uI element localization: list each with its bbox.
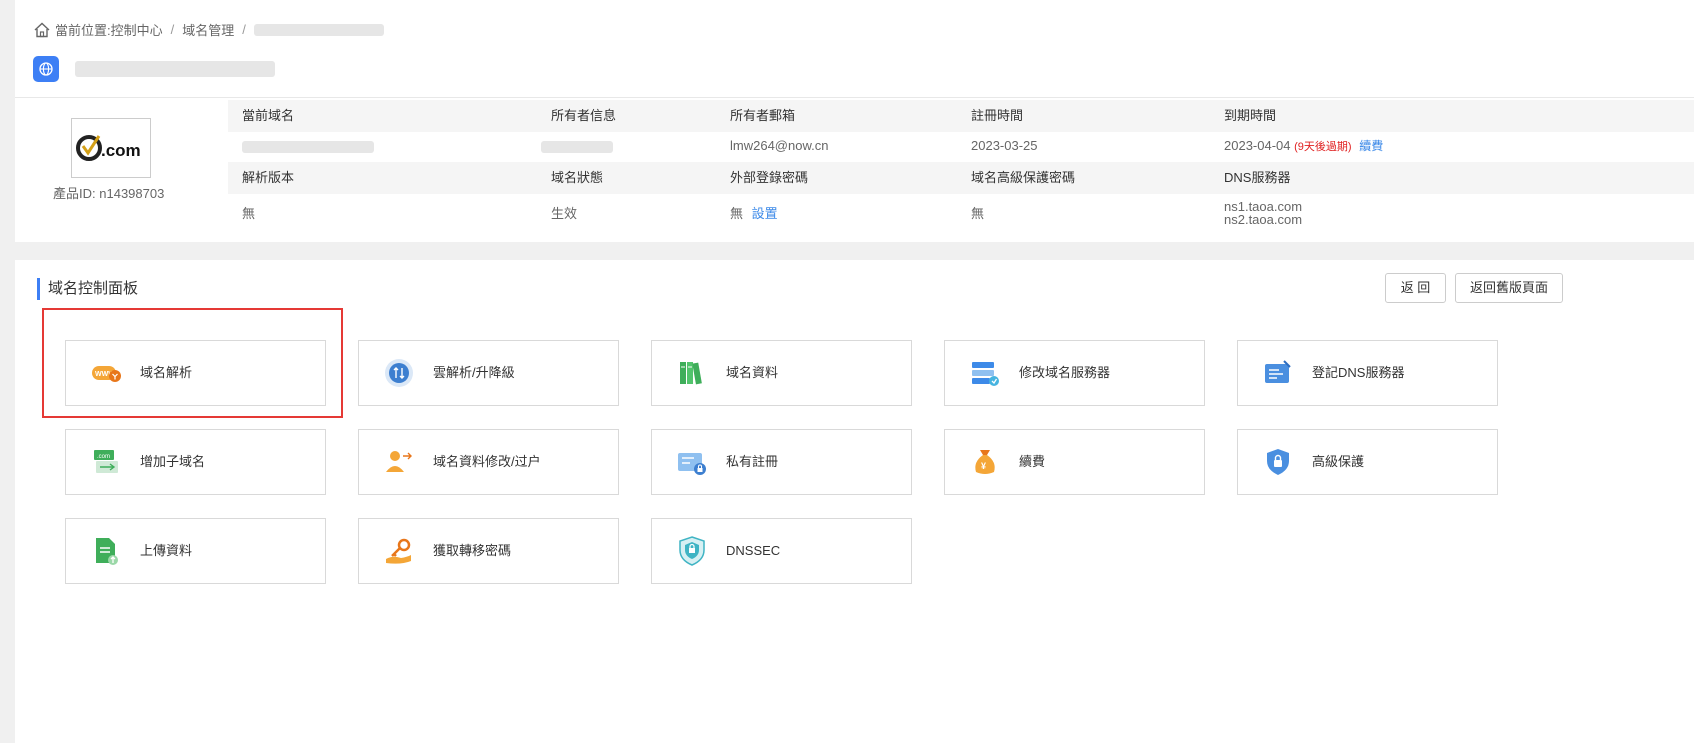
card-label: 私有註冊 <box>726 454 779 469</box>
header-owner-info: 所有者信息 <box>551 108 617 123</box>
product-id-label: 產品ID: <box>53 186 96 201</box>
old-version-button[interactable]: 返回舊版頁面 <box>1455 273 1563 303</box>
product-id: 產品ID: n14398703 <box>53 183 164 202</box>
breadcrumb-separator: / <box>170 22 175 37</box>
back-button[interactable]: 返 回 <box>1385 273 1446 303</box>
card-add-subdomain[interactable]: .com 增加子域名 <box>65 429 326 495</box>
set-password-link[interactable]: 設置 <box>752 206 778 221</box>
key-hand-icon <box>386 538 411 564</box>
card-label: 域名解析 <box>140 365 193 380</box>
dotcom-logo-icon: .com <box>76 135 141 161</box>
cloud-updown-icon <box>385 359 413 387</box>
owner-email-value: lmw264@now.cn <box>730 138 829 153</box>
header-expire-date: 到期時間 <box>1224 108 1277 123</box>
header-owner-email: 所有者郵箱 <box>730 108 796 123</box>
info-value-row-2: 無 生效 無 設置 無 ns1.taoa.com ns2.taoa.com <box>228 194 1694 234</box>
expire-date-cell: 2023-04-04 (9天後過期) 續費 <box>1224 130 1383 162</box>
breadcrumb: 當前位置: 控制中心 / 域名管理 / <box>33 20 384 39</box>
svg-text:¥: ¥ <box>981 461 986 471</box>
card-label: 域名資料修改/过户 <box>433 454 541 469</box>
card-upload-documents[interactable]: 上傳資料 <box>65 518 326 584</box>
card-get-transfer-code[interactable]: 獲取轉移密碼 <box>358 518 619 584</box>
upload-doc-icon <box>96 538 118 565</box>
card-register-dns-server[interactable]: 登記DNS服務器 <box>1237 340 1498 406</box>
card-domain-info-transfer[interactable]: 域名資料修改/过户 <box>358 429 619 495</box>
card-label: 登記DNS服務器 <box>1312 365 1405 380</box>
server-edit-icon <box>972 362 999 386</box>
home-icon[interactable] <box>33 21 51 39</box>
info-value-row-1: lmw264@now.cn 2023-03-25 2023-04-04 (9天後… <box>228 130 1694 162</box>
dnssec-shield-icon <box>679 536 705 566</box>
card-dnssec[interactable]: DNSSEC <box>651 518 912 584</box>
card-label: 增加子域名 <box>140 454 206 469</box>
external-password-value: 無 <box>730 206 744 221</box>
card-label: DNSSEC <box>726 543 781 558</box>
header-advanced-protection-password: 域名高級保護密碼 <box>971 170 1076 185</box>
info-header-row-1: 當前域名 所有者信息 所有者郵箱 註冊時間 到期時間 <box>228 100 1694 132</box>
reg-date-value: 2023-03-25 <box>971 138 1038 153</box>
section-divider <box>15 242 1694 260</box>
card-label: 雲解析/升降級 <box>433 365 515 380</box>
www-dns-icon: WWW <box>92 366 121 382</box>
header-domain-status: 域名狀態 <box>551 170 604 185</box>
card-label: 續費 <box>1019 454 1046 469</box>
product-id-value: n14398703 <box>99 186 165 201</box>
card-label: 高級保護 <box>1312 454 1365 469</box>
card-private-registration[interactable]: 私有註冊 <box>651 429 912 495</box>
breadcrumb-item-control-center[interactable]: 控制中心 <box>111 20 163 39</box>
redacted-domain-breadcrumb <box>253 23 384 36</box>
private-lock-icon <box>678 453 706 475</box>
dns-server-2: ns2.taoa.com <box>1224 212 1303 227</box>
panel-title: 域名控制面板 <box>37 278 138 300</box>
card-label: 域名資料 <box>726 365 779 380</box>
dns-register-icon <box>1265 360 1291 383</box>
page: 當前位置: 控制中心 / 域名管理 / .com 產品ID: n14398703… <box>15 0 1694 743</box>
card-renewal[interactable]: ¥ 續費 <box>944 429 1205 495</box>
header-current-domain: 當前域名 <box>242 108 295 123</box>
card-domain-info[interactable]: 域名資料 <box>651 340 912 406</box>
expire-date-value: 2023-04-04 <box>1224 138 1291 153</box>
info-header-row-2: 解析版本 域名狀態 外部登錄密碼 域名高級保護密碼 DNS服務器 <box>228 162 1694 194</box>
breadcrumb-separator: / <box>242 22 246 37</box>
card-domain-resolution[interactable]: WWW 域名解析 <box>65 340 326 406</box>
external-password-cell: 無 設置 <box>730 194 778 234</box>
header-reg-date: 註冊時間 <box>971 108 1024 123</box>
header-external-password: 外部登錄密碼 <box>730 170 809 185</box>
user-transfer-icon <box>386 451 412 472</box>
renew-link[interactable]: 續費 <box>1359 139 1383 153</box>
owner-info-value <box>541 130 613 162</box>
domain-status-value: 生效 <box>551 206 578 221</box>
header-dns-version: 解析版本 <box>242 170 295 185</box>
card-cloud-dns-upgrade[interactable]: 雲解析/升降級 <box>358 340 619 406</box>
globe-icon <box>33 56 59 82</box>
title-bar <box>33 56 275 82</box>
card-label: 修改域名服務器 <box>1019 365 1111 380</box>
subdomain-icon: .com <box>94 450 118 473</box>
dns-servers-value: ns1.taoa.com ns2.taoa.com <box>1224 200 1302 228</box>
books-icon <box>680 362 702 385</box>
breadcrumb-prefix: 當前位置: <box>55 23 111 38</box>
breadcrumb-item-domain-management[interactable]: 域名管理 <box>182 20 234 39</box>
current-domain-value <box>242 130 374 162</box>
domain-info-section: .com 產品ID: n14398703 當前域名 所有者信息 所有者郵箱 註冊… <box>15 97 1694 243</box>
card-label: 上傳資料 <box>140 543 193 558</box>
advanced-protection-password-value[interactable]: 無 <box>971 194 984 234</box>
header: 當前位置: 控制中心 / 域名管理 / <box>15 0 1694 97</box>
card-advanced-protection[interactable]: 高級保護 <box>1237 429 1498 495</box>
card-modify-name-servers[interactable]: 修改域名服務器 <box>944 340 1205 406</box>
logo-text: .com <box>101 141 141 160</box>
card-label: 獲取轉移密碼 <box>433 543 512 558</box>
product-logo: .com <box>71 118 151 178</box>
header-dns-servers: DNS服務器 <box>1224 170 1291 185</box>
dns-version-value[interactable]: 無 <box>242 194 255 234</box>
svg-text:.com: .com <box>97 454 110 460</box>
shield-lock-icon <box>1267 449 1289 475</box>
money-bag-icon: ¥ <box>975 450 995 474</box>
expire-note: (9天後過期) <box>1294 141 1352 153</box>
redacted-domain-title <box>75 61 275 77</box>
